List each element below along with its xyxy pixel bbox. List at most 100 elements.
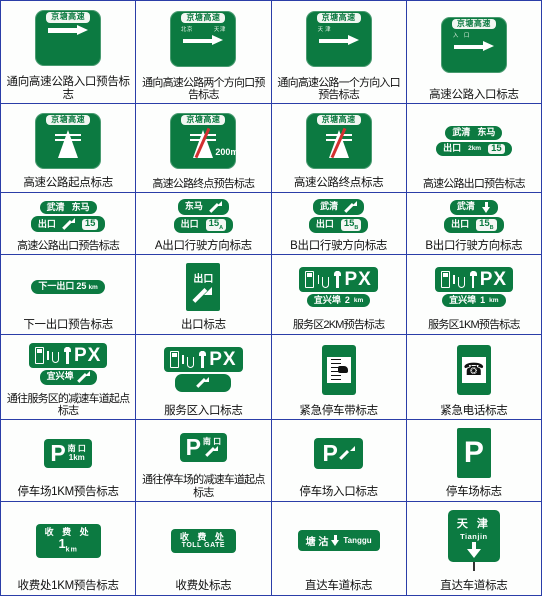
fork-icon (63, 346, 71, 364)
sign-graphic-exit-direction: 武清 出口 15B (273, 195, 405, 238)
exit-number: 15A (205, 219, 227, 232)
parking-sign: P 南 口 (179, 432, 228, 462)
sign-caption: 高速公路出口预告标志 (422, 177, 526, 190)
distance-value: 2 (344, 294, 350, 305)
service-area-sign: PX 宜兴埠 2 km (299, 267, 378, 308)
distance-label: 200m (215, 147, 239, 158)
fork-icon (469, 271, 477, 289)
exit-number: 15 (81, 218, 99, 230)
sign-caption: 高速公路入口标志 (429, 88, 519, 101)
sign-graphic-emergency-bay (273, 337, 405, 403)
toll-label: 收 费 处 (44, 527, 92, 537)
parking-box-sign: P (456, 428, 491, 479)
place-label-2: 东马 (71, 201, 90, 212)
sign-cell-r1c4: 京塘高速 入 口 高速公路入口标志 (405, 0, 542, 105)
next-exit-label: 下一出口 (38, 281, 75, 292)
parking-letter: P (185, 433, 201, 460)
sign-graphic-exit-advance: 武清 东马 出口 15 (2, 195, 134, 239)
sign-cell-r3c2: 东马 出口 15A A出口行驶方向标志 (135, 191, 272, 256)
sign-cell-r4c2: 出口 出口标志 (135, 254, 272, 335)
direction-row: 天津 (306, 25, 372, 33)
down-arrow-icon (331, 535, 340, 547)
destination-pill: 武清 (449, 199, 498, 215)
exit-number-suffix: B (354, 225, 359, 232)
sign-cell-r2c3: 京塘高速 高速公路终点标志 (270, 103, 407, 193)
up-right-arrow-icon (78, 371, 90, 383)
exit-stack-sign: 武清 东马 出口 15 (30, 200, 106, 233)
sign-cell-r6c2: P 南 口 通往停车场的减速车道起点标志 (135, 419, 272, 502)
telephone-icon: ☎ (463, 360, 485, 380)
fork-icon (334, 271, 342, 289)
sign-cell-r2c2: 京塘高速 200m 高速公路终点预告标志 (135, 103, 272, 193)
sign-graphic-parking-deceleration: P 南 口 (137, 422, 269, 472)
distance-unit: km (88, 283, 98, 291)
sign-graphic-service-area: PX 宜兴埠 2 km (273, 257, 405, 317)
highway-road-slashed-icon (324, 127, 354, 159)
up-right-arrow-icon (345, 201, 358, 213)
up-right-arrow-icon (340, 445, 355, 461)
sign-caption: 高速公路终点标志 (293, 177, 384, 190)
toll-sign: 收 费 处 1km (35, 524, 101, 558)
exit-label: 出口 (193, 273, 214, 285)
sign-cell-r4c3: PX 宜兴埠 2 km 服务区2KM预告标志 (270, 254, 407, 335)
sign-caption: 高速公路终点预告标志 (152, 177, 255, 190)
exit-distance-label: 2km (468, 145, 482, 153)
cup-icon (51, 347, 61, 364)
route-plate: 京塘高速 (451, 18, 496, 30)
emergency-telephone-sign: ☎ (456, 344, 491, 395)
up-right-arrow-icon (194, 286, 213, 305)
route-plate: 京塘高速 (181, 114, 226, 126)
sign-caption: 高速公路出口预告标志 (17, 240, 120, 253)
direction-label-left: 北京 (180, 27, 193, 34)
exit-stack-sign: 武清 东马 出口 2km 15 (436, 125, 512, 157)
sign-graphic-toll-advance: 收 费 处 1km (2, 504, 134, 579)
service-letters: PX (209, 349, 237, 371)
sign-cell-r6c4: P 停车场标志 (405, 419, 542, 502)
exit-number: 15B (476, 218, 497, 231)
place-label: 天 津 (456, 517, 491, 530)
place-label: 塘 沽 (305, 537, 329, 549)
exit-vertical-sign: 出口 (186, 263, 221, 312)
distance-label: 1km (68, 453, 85, 463)
place-label-1: 武清 (456, 201, 475, 212)
destination-pill: 武清 (313, 199, 365, 216)
service-symbols-panel: PX (28, 342, 108, 368)
route-plate: 京塘高速 (46, 12, 91, 23)
cup-icon (457, 272, 467, 288)
grid-row: 京塘高速 通向高速公路入口预告标志 京塘高速 北京 天津 通向高速公路两个方向口… (0, 0, 542, 105)
right-arrow-icon (453, 41, 494, 52)
exit-label: 出口 (37, 218, 56, 229)
sign-cell-r1c1: 京塘高速 通向高速公路入口预告标志 (0, 0, 137, 105)
emergency-bay-icon (329, 358, 349, 382)
sign-graphic-exit-vertical: 出口 (137, 257, 269, 316)
parking-letter: P (322, 439, 338, 466)
sign-graphic-through-lane-box: 天 津 Tianjin (408, 504, 540, 579)
gateway-sign: 京塘高速 入 口 (440, 16, 507, 73)
sign-caption: 高速公路起点标志 (23, 177, 113, 190)
service-arrow-pill (175, 374, 232, 393)
sign-cell-r7c4: 天 津 Tianjin 直达车道标志 (405, 500, 542, 596)
sign-caption: 停车场入口标志 (299, 485, 378, 498)
sign-cell-r7c3: 塘 沽 Tanggu 直达车道标志 (270, 500, 407, 596)
sign-caption: 下一出口预告标志 (23, 318, 113, 331)
place-label-en: Tanggu (343, 536, 372, 546)
route-plate: 京塘高速 (316, 114, 361, 126)
sign-cell-r5c1: PX 宜兴埠 通往服务区的减速车道起点标志 (0, 333, 137, 421)
direction-label-left: 天津 (317, 27, 333, 34)
toll-label: 收 费 处 (179, 531, 227, 542)
distance-unit: km (489, 297, 499, 305)
sign-graphic-parking-advance: P 南 口 1km (2, 422, 134, 484)
route-plate: 京塘高速 (46, 114, 91, 126)
toll-sign: 收 费 处 TOLL GATE (170, 528, 236, 554)
exit-number-suffix: A (219, 225, 224, 232)
sign-graphic-gateway-arrow: 京塘高速 北京 天津 (137, 3, 269, 75)
place-label: 南 口 (202, 436, 222, 446)
exit-number: 15 (488, 143, 505, 155)
service-area-sign: PX (164, 347, 243, 393)
down-arrow-icon (481, 201, 491, 213)
sign-grid: 京塘高速 通向高速公路入口预告标志 京塘高速 北京 天津 通向高速公路两个方向口… (0, 0, 542, 596)
parking-sign: P 南 口 1km (44, 438, 92, 468)
exit-stack-sign: 武清 出口 15B (308, 199, 369, 234)
direction-label-right: 天津 (213, 27, 226, 34)
next-exit-distance: 25 (76, 281, 87, 292)
